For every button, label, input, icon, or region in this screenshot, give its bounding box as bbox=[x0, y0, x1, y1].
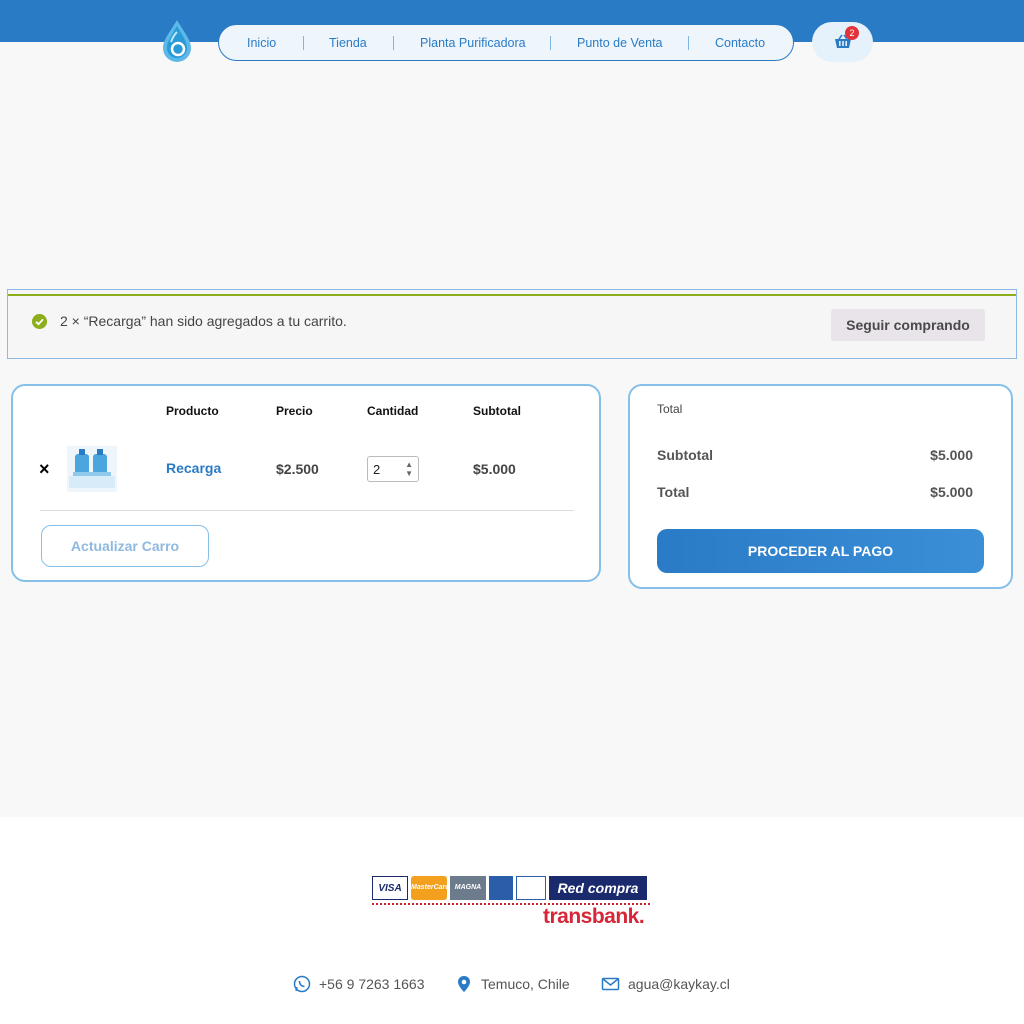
contact-location[interactable]: Temuco, Chile bbox=[455, 975, 570, 993]
cart-button[interactable]: 2 bbox=[812, 22, 873, 62]
visa-logo: VISA bbox=[372, 876, 408, 900]
check-circle-icon bbox=[32, 314, 47, 329]
notice-accent-line bbox=[8, 294, 1016, 296]
quantity-value: 2 bbox=[373, 462, 381, 477]
payment-methods: VISA MasterCard MAGNA Red compra bbox=[372, 876, 647, 900]
nav-item-tienda[interactable]: Tienda bbox=[329, 36, 367, 50]
map-pin-icon bbox=[458, 976, 470, 992]
subtotal-label: Subtotal bbox=[657, 447, 713, 463]
column-header-product: Producto bbox=[166, 404, 219, 418]
nav-divider bbox=[303, 36, 304, 50]
column-header-quantity: Cantidad bbox=[367, 404, 419, 418]
product-thumbnail[interactable] bbox=[67, 446, 117, 492]
amex-logo bbox=[489, 876, 513, 900]
contact-phone[interactable]: +56 9 7263 1663 bbox=[293, 975, 425, 993]
footer: VISA MasterCard MAGNA Red compra transba… bbox=[0, 817, 1024, 1024]
magna-logo: MAGNA bbox=[450, 876, 486, 900]
redcompra-logo: Red compra bbox=[549, 876, 647, 900]
nav-item-punto-de-venta[interactable]: Punto de Venta bbox=[577, 36, 663, 50]
product-link[interactable]: Recarga bbox=[166, 460, 221, 476]
nav-item-planta-purificadora[interactable]: Planta Purificadora bbox=[420, 36, 526, 50]
cart-table: Producto Precio Cantidad Subtotal × Reca… bbox=[11, 384, 601, 582]
diners-club-logo bbox=[516, 876, 546, 900]
nav-item-contacto[interactable]: Contacto bbox=[715, 36, 765, 50]
row-subtotal: $5.000 bbox=[473, 461, 516, 477]
location-text: Temuco, Chile bbox=[481, 976, 570, 992]
column-header-subtotal: Subtotal bbox=[473, 404, 521, 418]
product-price: $2.500 bbox=[276, 461, 319, 477]
phone-number: +56 9 7263 1663 bbox=[319, 976, 425, 992]
mail-icon bbox=[601, 977, 620, 991]
whatsapp-icon bbox=[293, 975, 311, 993]
continue-shopping-button[interactable]: Seguir comprando bbox=[831, 309, 985, 341]
transbank-logo: transbank. bbox=[543, 905, 645, 928]
column-header-price: Precio bbox=[276, 404, 313, 418]
nav-divider bbox=[393, 36, 394, 50]
mastercard-logo: MasterCard bbox=[411, 876, 450, 900]
total-label: Total bbox=[657, 484, 690, 500]
total-value: $5.000 bbox=[930, 484, 973, 500]
remove-item-button[interactable]: × bbox=[39, 459, 50, 480]
update-cart-button[interactable]: Actualizar Carro bbox=[41, 525, 209, 567]
contact-email[interactable]: agua@kaykay.cl bbox=[601, 975, 730, 993]
nav-divider bbox=[688, 36, 689, 50]
subtotal-value: $5.000 bbox=[930, 447, 973, 463]
stepper-arrows-icon[interactable]: ▲ ▼ bbox=[405, 460, 413, 478]
cart-notice: 2 × “Recarga” han sido agregados a tu ca… bbox=[7, 289, 1017, 359]
checkout-button[interactable]: PROCEDER AL PAGO bbox=[657, 529, 984, 573]
main-nav: Inicio Tienda Planta Purificadora Punto … bbox=[218, 24, 794, 61]
totals-title: Total bbox=[657, 402, 683, 416]
email-address: agua@kaykay.cl bbox=[628, 976, 730, 992]
water-drop-logo[interactable] bbox=[158, 18, 196, 64]
nav-item-inicio[interactable]: Inicio bbox=[247, 36, 276, 50]
notice-message: 2 × “Recarga” han sido agregados a tu ca… bbox=[60, 313, 347, 329]
nav-divider bbox=[550, 36, 551, 50]
divider bbox=[40, 510, 574, 511]
quantity-stepper[interactable]: 2 ▲ ▼ bbox=[367, 456, 419, 482]
cart-totals: Total Subtotal $5.000 Total $5.000 PROCE… bbox=[628, 384, 1013, 589]
cart-count-badge: 2 bbox=[845, 26, 859, 40]
